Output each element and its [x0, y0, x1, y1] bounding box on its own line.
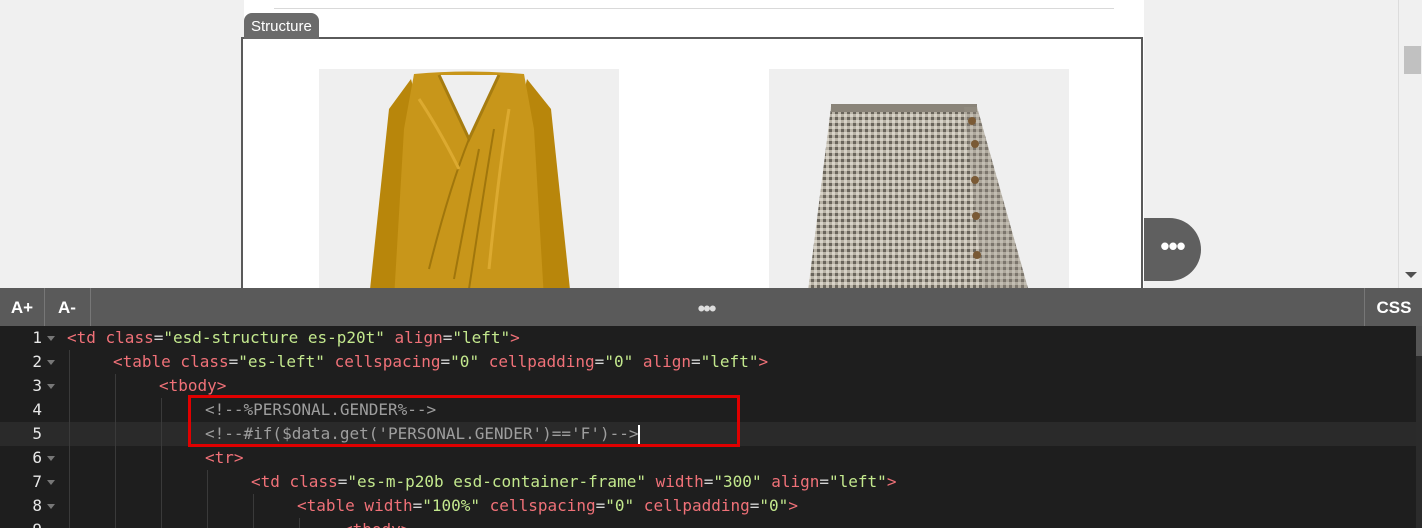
line-number: 3	[32, 376, 42, 395]
line-number: 4	[32, 400, 42, 419]
indent-guide	[115, 422, 116, 446]
code-text[interactable]: <td class="esd-structure es-p20t" align=…	[67, 326, 520, 350]
divider-line	[274, 8, 1114, 9]
line-number: 2	[32, 352, 42, 371]
line-number: 6	[32, 448, 42, 467]
indent-guide	[115, 494, 116, 518]
line-number: 9	[0, 518, 42, 528]
resize-drag-handle[interactable]: •••	[690, 288, 722, 326]
indent-guide	[69, 350, 70, 374]
indent-guide	[207, 470, 208, 494]
indent-guide	[115, 518, 116, 528]
code-text[interactable]: <tbody>	[343, 518, 410, 528]
line-number: 7	[32, 472, 42, 491]
structure-label[interactable]: Structure	[244, 13, 319, 39]
fold-arrow-icon[interactable]	[47, 336, 55, 341]
indent-guide	[69, 446, 70, 470]
indent-guide	[69, 398, 70, 422]
code-editor-toolbar: A+ A- ••• CSS	[0, 288, 1422, 326]
email-preview: Structure •••	[0, 0, 1422, 288]
line-number: 1	[32, 328, 42, 347]
css-button[interactable]: CSS	[1364, 288, 1422, 326]
fold-arrow-icon[interactable]	[47, 504, 55, 509]
indent-guide	[69, 374, 70, 398]
indent-guide	[253, 494, 254, 518]
fold-arrow-icon[interactable]	[47, 384, 55, 389]
code-line[interactable]: 9 <tbody>	[0, 518, 1418, 528]
fold-arrow-icon[interactable]	[47, 456, 55, 461]
code-text[interactable]: <table class="es-left" cellspacing="0" c…	[113, 350, 768, 374]
indent-guide	[161, 494, 162, 518]
indent-guide	[69, 494, 70, 518]
code-text[interactable]: <tr>	[205, 446, 244, 470]
indent-guide	[161, 470, 162, 494]
indent-guide	[207, 518, 208, 528]
font-decrease-button[interactable]: A-	[44, 288, 91, 326]
code-line[interactable]: 1 <td class="esd-structure es-p20t" align…	[0, 326, 1418, 350]
fold-arrow-icon[interactable]	[47, 360, 55, 365]
blouse-illustration	[319, 69, 619, 288]
product-image-blouse[interactable]	[319, 69, 619, 288]
indent-guide	[161, 446, 162, 470]
indent-guide	[161, 422, 162, 446]
more-options-button[interactable]: •••	[1144, 218, 1201, 281]
code-line[interactable]: 8 <table width="100%" cellspacing="0" cel…	[0, 494, 1418, 518]
indent-guide	[69, 422, 70, 446]
indent-guide	[161, 518, 162, 528]
code-line[interactable]: 6 <tr>	[0, 446, 1418, 470]
indent-guide	[207, 494, 208, 518]
code-text[interactable]: <td class="es-m-p20b esd-container-frame…	[251, 470, 896, 494]
indent-guide	[115, 446, 116, 470]
product-image-skirt[interactable]	[769, 69, 1069, 288]
preview-scrollbar[interactable]	[1398, 0, 1422, 288]
code-line[interactable]: 2 <table class="es-left" cellspacing="0" …	[0, 350, 1418, 374]
editor-scrollbar-thumb[interactable]	[1416, 326, 1422, 356]
scroll-down-arrow-icon[interactable]	[1405, 272, 1417, 278]
line-number: 8	[32, 496, 42, 515]
highlight-annotation	[188, 395, 740, 447]
scrollbar-thumb[interactable]	[1404, 46, 1421, 74]
indent-guide	[161, 398, 162, 422]
code-text[interactable]: <table width="100%" cellspacing="0" cell…	[297, 494, 798, 518]
indent-guide	[115, 398, 116, 422]
font-increase-button[interactable]: A+	[0, 288, 45, 326]
editor-scrollbar[interactable]	[1416, 326, 1422, 528]
fold-arrow-icon[interactable]	[47, 480, 55, 485]
line-number: 5	[32, 424, 42, 443]
indent-guide	[69, 518, 70, 528]
indent-guide	[115, 470, 116, 494]
indent-guide	[115, 374, 116, 398]
indent-guide	[253, 518, 254, 528]
skirt-illustration	[769, 69, 1069, 288]
indent-guide	[299, 518, 300, 528]
indent-guide	[69, 470, 70, 494]
code-line[interactable]: 7 <td class="es-m-p20b esd-container-fram…	[0, 470, 1418, 494]
